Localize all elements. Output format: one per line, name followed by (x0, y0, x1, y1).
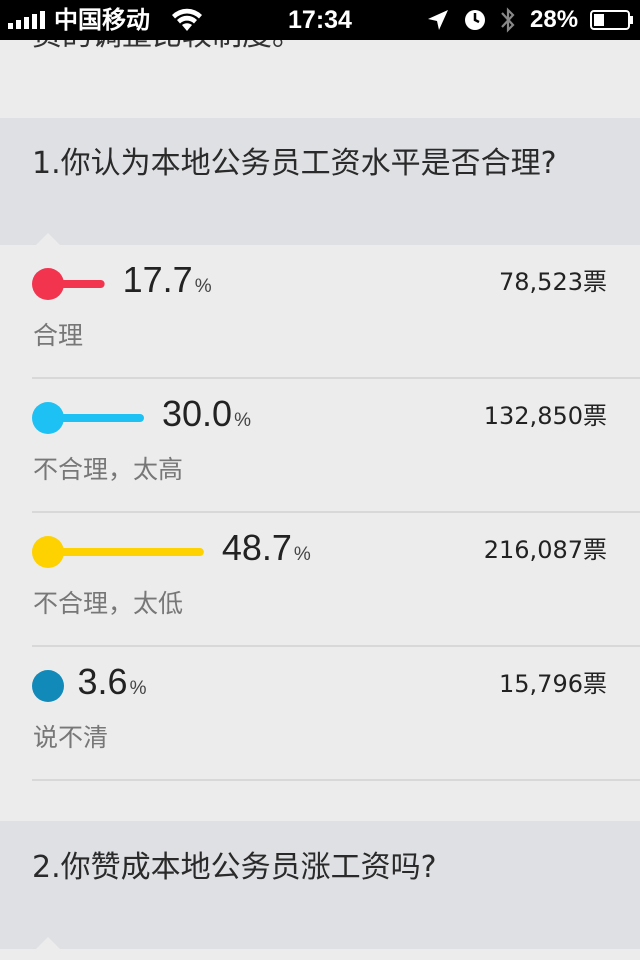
question-title: 2.你赞成本地公务员涨工资吗? (32, 850, 437, 885)
status-bar: 中国移动 17:34 28% (0, 0, 640, 40)
percent-unit: % (194, 276, 212, 297)
option-percent: 3.6% (78, 659, 147, 712)
percent-unit: % (234, 410, 251, 431)
previous-text: 资的调整比较制度。 (32, 40, 302, 56)
option-label: 不合理，太低 (33, 589, 184, 618)
option-label: 合理 (33, 321, 84, 350)
bar-knob (32, 402, 64, 434)
header-notch (36, 233, 60, 245)
clock-icon (465, 10, 485, 30)
question-header: 1.你认为本地公务员工资水平是否合理? (0, 118, 640, 245)
bluetooth-icon (501, 7, 515, 33)
option-label: 说不清 (33, 723, 109, 752)
vote-count: 132,850票 (483, 402, 607, 430)
option-percent: 30.0% (162, 391, 251, 444)
percent-value: 3.6 (77, 661, 128, 702)
header-notch (36, 937, 60, 949)
previous-content: 资的调整比较制度。 (0, 40, 640, 118)
poll-option[interactable]: 3.6% 15,796票 说不清 (0, 647, 640, 781)
percent-value: 30.0 (162, 393, 233, 434)
bar-line (48, 548, 204, 556)
percent-unit: % (293, 544, 311, 565)
question-title: 1.你认为本地公务员工资水平是否合理? (32, 146, 557, 181)
vote-count: 216,087票 (483, 536, 607, 564)
vote-count: 78,523票 (499, 268, 607, 296)
option-percent: 48.7% (222, 525, 311, 578)
bar-knob (32, 536, 64, 568)
option-label: 不合理，太高 (33, 455, 184, 484)
location-icon (428, 10, 448, 30)
vote-count: 15,796票 (499, 670, 607, 698)
bar-knob (32, 268, 64, 300)
percent-unit: % (129, 678, 147, 699)
battery-percent: 28% (530, 6, 579, 33)
percent-value: 48.7 (221, 527, 292, 568)
poll-option[interactable]: 48.7% 216,087票 不合理，太低 (0, 513, 640, 647)
option-percent: 17.7% (123, 257, 212, 310)
result-bar (32, 670, 64, 702)
bar-knob (32, 670, 64, 702)
question-header: 2.你赞成本地公务员涨工资吗? (0, 821, 640, 949)
section-gap (0, 781, 640, 821)
result-bar (32, 402, 144, 434)
battery-icon (590, 10, 633, 30)
poll-option[interactable]: 30.0% 132,850票 不合理，太高 (0, 379, 640, 513)
bottom-strip (0, 949, 640, 960)
result-bar (32, 268, 105, 300)
poll-option[interactable]: 17.7% 78,523票 合理 (0, 245, 640, 379)
result-bar (32, 536, 204, 568)
percent-value: 17.7 (122, 259, 193, 300)
